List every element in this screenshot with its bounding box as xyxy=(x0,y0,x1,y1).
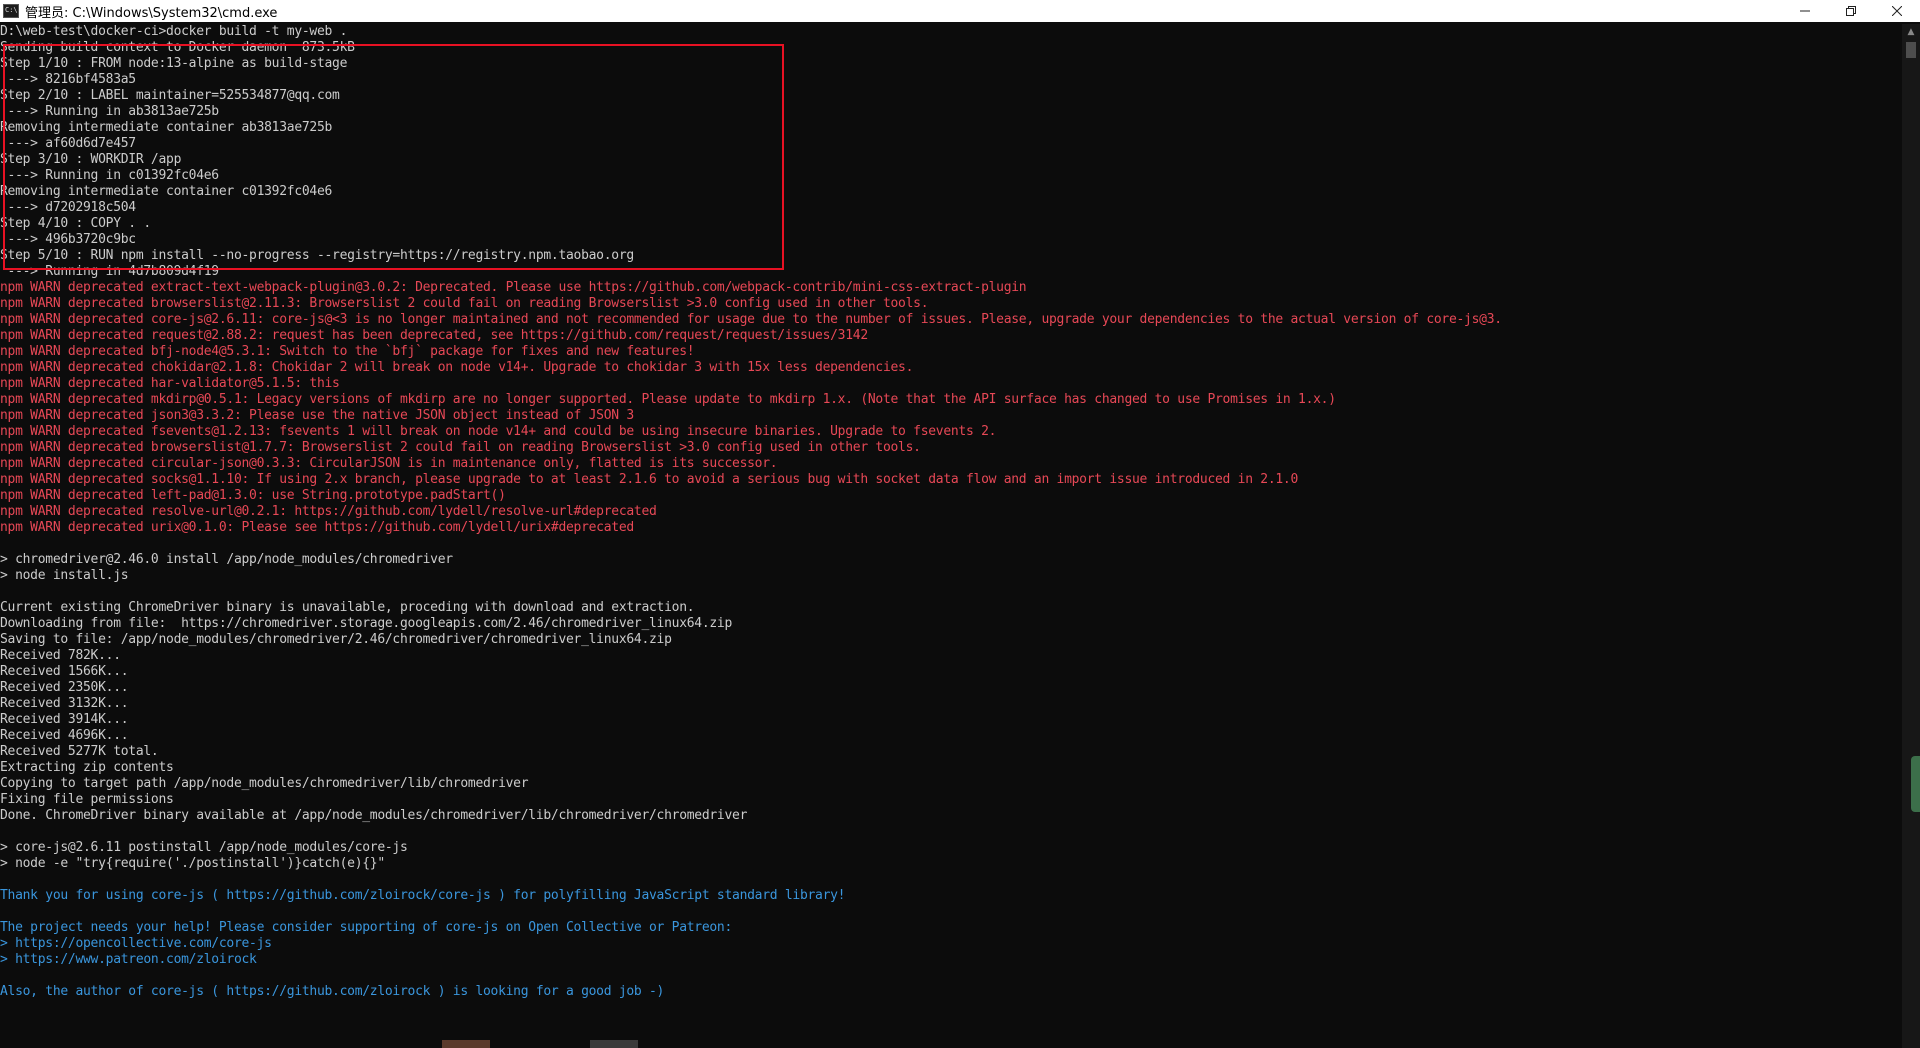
console-line: ---> Running in 4d7b809d4f19 xyxy=(0,264,220,279)
scroll-thumb[interactable] xyxy=(1906,42,1916,58)
console-line: Step 3/10 : WORKDIR /app xyxy=(0,152,182,167)
console-line: > node -e "try{require('./postinstall')}… xyxy=(0,856,385,871)
console-line: Sending build context to Docker daemon 8… xyxy=(0,40,355,55)
console-line: npm WARN deprecated mkdirp@0.5.1: Legacy… xyxy=(0,392,1336,407)
console-line: npm WARN deprecated socks@1.1.10: If usi… xyxy=(0,472,1299,487)
console-line: > node install.js xyxy=(0,568,129,583)
console-line: Step 2/10 : LABEL maintainer=525534877@q… xyxy=(0,88,340,103)
window-controls xyxy=(1782,0,1920,22)
console-line: ---> d7202918c504 xyxy=(0,200,137,215)
console-line: Received 2350K... xyxy=(0,680,129,695)
console-line: ---> 8216bf4583a5 xyxy=(0,72,137,87)
console-line: npm WARN deprecated request@2.88.2: requ… xyxy=(0,328,868,343)
console-line: Step 1/10 : FROM node:13-alpine as build… xyxy=(0,56,348,71)
console-line: Downloading from file: https://chromedri… xyxy=(0,616,733,631)
close-icon xyxy=(1892,6,1902,16)
console-line: Received 3914K... xyxy=(0,712,129,727)
console-line: Removing intermediate container c01392fc… xyxy=(0,184,333,199)
console-line: npm WARN deprecated extract-text-webpack… xyxy=(0,280,1027,295)
console-line: Step 4/10 : COPY . . xyxy=(0,216,151,231)
console-line: > chromedriver@2.46.0 install /app/node_… xyxy=(0,552,453,567)
console-line: Removing intermediate container ab3813ae… xyxy=(0,120,333,135)
console-line: Received 5277K total. xyxy=(0,744,159,759)
cmd-icon-label: C:\ xyxy=(5,6,18,14)
vertical-scrollbar[interactable]: ▲ xyxy=(1902,24,1920,1048)
side-widget[interactable] xyxy=(1911,756,1920,812)
window-title: 管理员: C:\Windows\System32\cmd.exe xyxy=(25,5,278,21)
console-line: npm WARN deprecated browserslist@2.11.3:… xyxy=(0,296,929,311)
restore-button[interactable] xyxy=(1828,0,1874,22)
console-line: D:\web-test\docker-ci>docker build -t my… xyxy=(0,24,348,39)
console-line: Current existing ChromeDriver binary is … xyxy=(0,600,695,615)
console-line: Fixing file permissions xyxy=(0,792,174,807)
console-line: Extracting zip contents xyxy=(0,760,174,775)
console-line: > https://opencollective.com/core-js xyxy=(0,936,272,951)
scroll-up-icon[interactable]: ▲ xyxy=(1902,24,1920,40)
cmd-window: C:\ 管理员: C:\Windows\System32\cmd.exe D:\… xyxy=(0,0,1920,1048)
console-line: npm WARN deprecated json3@3.3.2: Please … xyxy=(0,408,634,423)
title-bar[interactable]: C:\ 管理员: C:\Windows\System32\cmd.exe xyxy=(0,0,1920,22)
console-line: ---> Running in ab3813ae725b xyxy=(0,104,220,119)
console-line: ---> af60d6d7e457 xyxy=(0,136,137,151)
console-line: ---> 496b3720c9bc xyxy=(0,232,137,247)
console-line: Received 4696K... xyxy=(0,728,129,743)
console-line: Done. ChromeDriver binary available at /… xyxy=(0,808,748,823)
cmd-app-icon: C:\ xyxy=(3,4,19,18)
console-line: Received 1566K... xyxy=(0,664,129,679)
console-line: ---> Running in c01392fc04e6 xyxy=(0,168,220,183)
console-line: Also, the author of core-js ( https://gi… xyxy=(0,984,665,999)
console-output[interactable]: D:\web-test\docker-ci>docker build -t my… xyxy=(0,24,1902,1048)
console-line: > https://www.patreon.com/zloirock xyxy=(0,952,257,967)
minimize-button[interactable] xyxy=(1782,0,1828,22)
close-button[interactable] xyxy=(1874,0,1920,22)
console-line: npm WARN deprecated left-pad@1.3.0: use … xyxy=(0,488,506,503)
console-line: npm WARN deprecated har-validator@5.1.5:… xyxy=(0,376,340,391)
console-line: npm WARN deprecated core-js@2.6.11: core… xyxy=(0,312,1502,327)
console-line: Received 782K... xyxy=(0,648,121,663)
console-line: > core-js@2.6.11 postinstall /app/node_m… xyxy=(0,840,408,855)
taskbar-tile[interactable] xyxy=(590,1040,638,1048)
console-line: npm WARN deprecated urix@0.1.0: Please s… xyxy=(0,520,634,535)
restore-icon xyxy=(1846,6,1856,16)
console-line: npm WARN deprecated browserslist@1.7.7: … xyxy=(0,440,921,455)
console-line: Received 3132K... xyxy=(0,696,129,711)
console-line: npm WARN deprecated resolve-url@0.2.1: h… xyxy=(0,504,657,519)
console-line: npm WARN deprecated chokidar@2.1.8: Chok… xyxy=(0,360,914,375)
console-line: Saving to file: /app/node_modules/chrome… xyxy=(0,632,672,647)
console-line: npm WARN deprecated bfj-node4@5.3.1: Swi… xyxy=(0,344,695,359)
console-line: Copying to target path /app/node_modules… xyxy=(0,776,529,791)
taskbar-tile[interactable] xyxy=(442,1040,490,1048)
minimize-icon xyxy=(1800,10,1810,12)
console-line: The project needs your help! Please cons… xyxy=(0,920,733,935)
console-line: npm WARN deprecated circular-json@0.3.3:… xyxy=(0,456,778,471)
console-line: Thank you for using core-js ( https://gi… xyxy=(0,888,846,903)
console-line: npm WARN deprecated fsevents@1.2.13: fse… xyxy=(0,424,997,439)
console-line: Step 5/10 : RUN npm install --no-progres… xyxy=(0,248,634,263)
